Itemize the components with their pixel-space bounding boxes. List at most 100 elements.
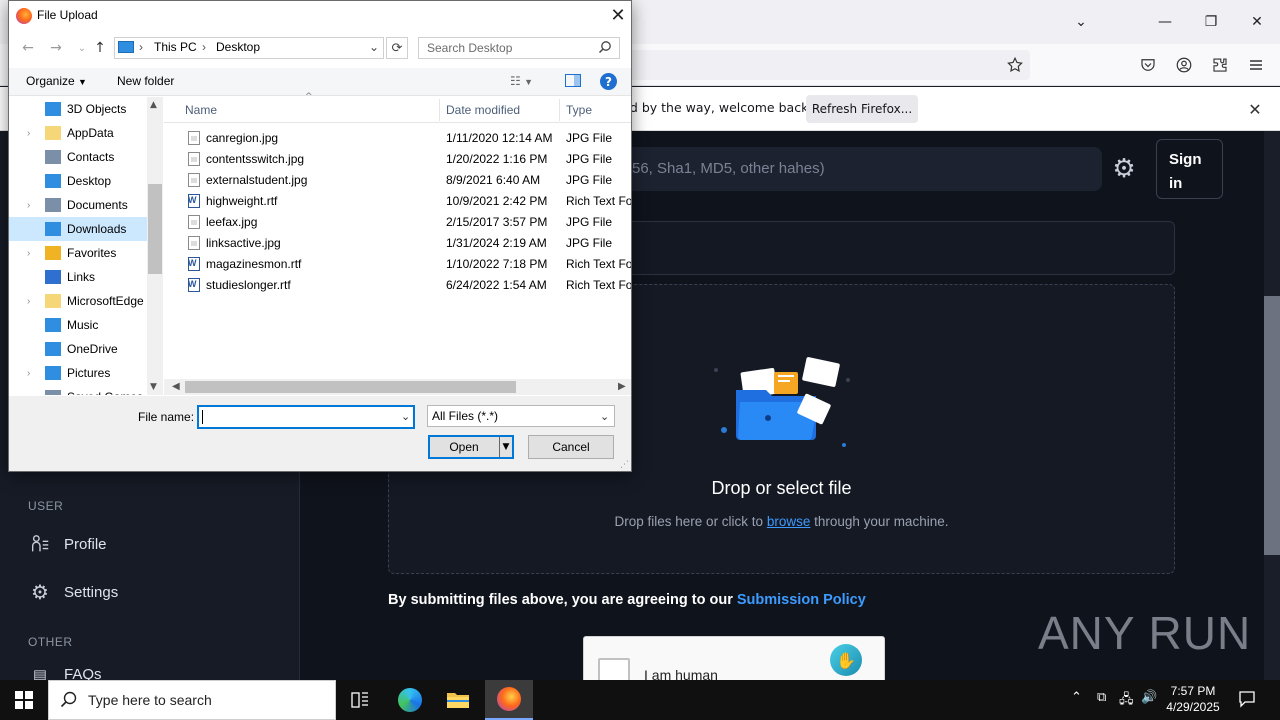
tree-item-music[interactable]: Music [9, 313, 149, 337]
file-type-chevron-icon[interactable]: ⌄ [600, 410, 609, 423]
tree-item-favorites[interactable]: › Favorites [9, 241, 149, 265]
tree-item-documents[interactable]: › Documents [9, 193, 149, 217]
help-icon[interactable]: ? [600, 73, 617, 90]
file-row[interactable]: contentsswitch.jpg 1/20/2022 1:16 PM JPG F… [180, 149, 631, 170]
url-bar[interactable] [620, 50, 1030, 80]
tray-chevron-up-icon[interactable]: ⌃ [1071, 690, 1082, 705]
up-arrow-icon[interactable]: ↑ [90, 38, 110, 58]
extensions-icon[interactable] [1207, 52, 1233, 78]
settings-gear-icon[interactable]: ⚙ [1108, 153, 1140, 185]
browse-link[interactable]: browse [767, 514, 811, 529]
this-pc-icon [118, 41, 134, 53]
tree-item-downloads[interactable]: Downloads [9, 217, 149, 241]
file-row[interactable]: leefax.jpg 2/15/2017 3:57 PM JPG File [180, 212, 631, 233]
tree-item-label: Pictures [67, 366, 111, 380]
hscroll-right-icon[interactable]: ▶ [618, 381, 626, 392]
file-row[interactable]: studieslonger.rtf 6/24/2022 1:54 AM Rich T… [180, 275, 631, 296]
column-date-modified[interactable]: Date modified [446, 103, 520, 117]
breadcrumb-desktop[interactable]: Desktop [216, 40, 260, 54]
file-type-select[interactable]: All Files (*.*) [427, 405, 615, 427]
start-button[interactable] [0, 680, 48, 720]
tree-item-saved-games[interactable]: Saved Games [9, 385, 149, 395]
breadcrumb-dropdown-chevron-icon[interactable]: ⌄ [369, 40, 379, 54]
folder-icon [45, 318, 61, 332]
hscroll-left-icon[interactable]: ◀ [172, 381, 180, 392]
edge-icon[interactable] [386, 680, 434, 720]
file-row[interactable]: highweight.rtf 10/9/2021 2:42 PM Rich Text… [180, 191, 631, 212]
file-name: linksactive.jpg [206, 236, 281, 250]
file-row[interactable]: magazinesmon.rtf 1/10/2022 7:18 PM Rich Te… [180, 254, 631, 275]
window-close-button[interactable]: ✕ [1234, 0, 1280, 44]
tree-item-3d-objects[interactable]: 3D Objects [9, 97, 149, 121]
task-view-icon[interactable] [336, 680, 384, 720]
open-dropdown-icon[interactable]: ▼ [499, 437, 512, 457]
file-name-dropdown-chevron-icon[interactable]: ⌄ [401, 410, 410, 423]
forward-arrow-icon[interactable]: → [46, 38, 66, 58]
cancel-button[interactable]: Cancel [528, 435, 614, 459]
refresh-firefox-button[interactable]: Refresh Firefox... [806, 95, 918, 123]
minimize-button[interactable]: — [1142, 0, 1188, 44]
folder-icon [45, 294, 61, 308]
file-explorer-icon[interactable] [434, 680, 482, 720]
resize-grip-icon[interactable]: ⋰ [620, 460, 629, 470]
bookmark-star-icon[interactable] [1002, 52, 1028, 78]
file-list-hscrollbar-thumb[interactable] [185, 381, 516, 393]
network-icon[interactable]: 🖧 [1119, 690, 1134, 712]
new-folder-button[interactable]: New folder [117, 74, 174, 88]
file-type: JPG File [566, 173, 613, 187]
notifications-icon[interactable] [1238, 690, 1256, 711]
tree-item-onedrive[interactable]: OneDrive [9, 337, 149, 361]
tree-item-contacts[interactable]: Contacts [9, 145, 149, 169]
file-type: Rich Text For [566, 278, 631, 292]
file-row[interactable]: canregion.jpg 1/11/2020 12:14 AM JPG File [180, 128, 631, 149]
pocket-icon[interactable] [1135, 52, 1161, 78]
tree-scroll-down-icon[interactable]: ▼ [150, 382, 157, 392]
account-icon[interactable] [1171, 52, 1197, 78]
tree-scroll-up-icon[interactable]: ▲ [150, 100, 157, 110]
expand-chevron-icon[interactable]: › [27, 200, 45, 211]
restore-button[interactable]: ❐ [1188, 0, 1234, 44]
network-adapter-icon[interactable]: ⧉ [1097, 690, 1106, 705]
breadcrumb-this-pc[interactable]: This PC [154, 40, 197, 54]
sidebar-item-settings[interactable]: ⚙ Settings [28, 576, 118, 608]
column-name[interactable]: Name [185, 103, 217, 117]
dialog-close-button[interactable]: ✕ [606, 4, 630, 26]
tab-list-chevron-icon[interactable]: ⌄ [1058, 0, 1104, 44]
firefox-taskbar-icon[interactable] [485, 680, 533, 720]
notification-close-icon[interactable]: ✕ [1244, 98, 1266, 120]
organize-menu[interactable]: Organize ▼ [26, 74, 87, 88]
file-name-input[interactable] [197, 405, 415, 429]
view-options-icon[interactable]: ☷ ▼ [510, 74, 533, 88]
back-arrow-icon[interactable]: ← [18, 38, 38, 58]
tree-item-pictures[interactable]: › Pictures [9, 361, 149, 385]
tree-item-microsoftedge[interactable]: › MicrosoftEdge [9, 289, 149, 313]
sidebar-item-profile[interactable]: Profile [28, 528, 107, 560]
tree-scrollbar-thumb[interactable] [148, 184, 162, 274]
tree-item-links[interactable]: Links [9, 265, 149, 289]
column-type[interactable]: Type [566, 103, 592, 117]
expand-chevron-icon[interactable]: › [27, 248, 45, 259]
page-scrollbar-thumb[interactable] [1264, 296, 1280, 555]
sign-in-button[interactable]: Sign in [1156, 139, 1223, 199]
submission-policy-link[interactable]: Submission Policy [737, 592, 866, 608]
tree-item-appdata[interactable]: › AppData [9, 121, 149, 145]
file-row[interactable]: externalstudent.jpg 8/9/2021 6:40 AM JPG F… [180, 170, 631, 191]
column-divider[interactable] [439, 99, 440, 121]
recent-locations-chevron-icon[interactable]: ⌄ [72, 38, 92, 58]
refresh-icon[interactable]: ⟳ [386, 37, 408, 59]
expand-chevron-icon[interactable]: › [27, 128, 45, 139]
expand-chevron-icon[interactable]: › [27, 296, 45, 307]
expand-chevron-icon[interactable]: › [27, 368, 45, 379]
dropzone-title: Drop or select file [711, 478, 852, 498]
preview-pane-icon[interactable] [565, 74, 581, 90]
policy-statement: By submitting files above, you are agree… [388, 592, 733, 608]
jpg-file-icon [188, 215, 200, 229]
file-row[interactable]: linksactive.jpg 1/31/2024 2:19 AM JPG File [180, 233, 631, 254]
menu-icon[interactable] [1243, 52, 1269, 78]
hcaptcha-logo-icon: ✋ [830, 644, 862, 676]
sidebar-item-faqs[interactable]: ▤ FAQs [28, 666, 102, 680]
volume-icon[interactable]: 🔊 [1141, 690, 1157, 705]
column-divider[interactable] [559, 99, 560, 121]
taskbar-clock[interactable]: 7:57 PM 4/29/2025 [1158, 683, 1228, 715]
tree-item-desktop[interactable]: Desktop [9, 169, 149, 193]
